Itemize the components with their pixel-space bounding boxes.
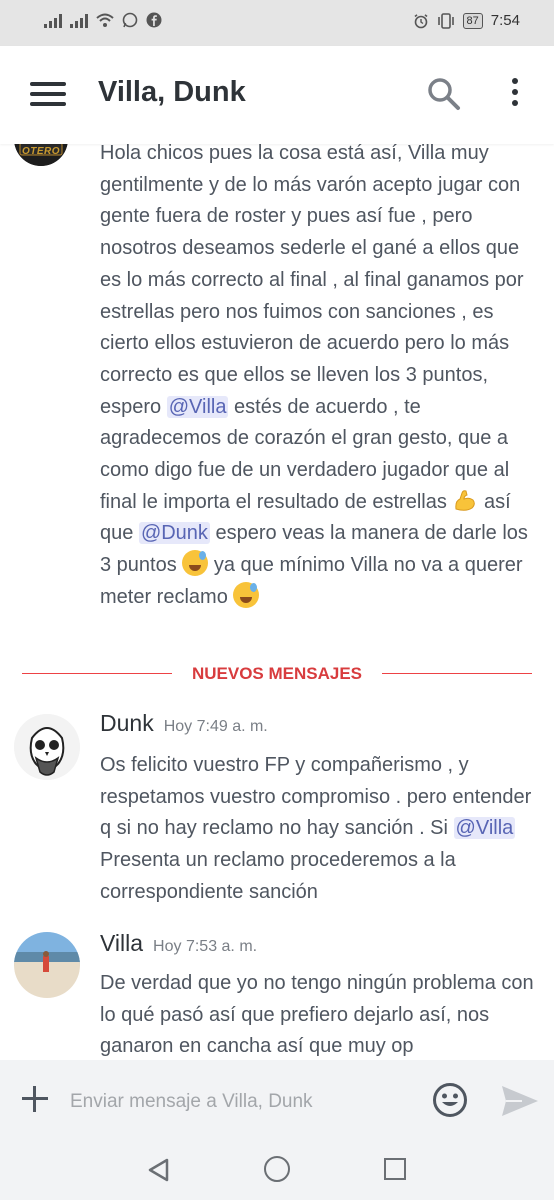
skull-beard-icon <box>14 714 80 780</box>
vibrate-icon <box>437 12 454 29</box>
message-text: De verdad que yo no tengo ningún problem… <box>100 972 534 1058</box>
timestamp: Hoy 7:49 a. m. <box>163 718 268 735</box>
emoji-icon[interactable] <box>432 1082 468 1118</box>
message-header: Dunk Hoy 7:49 a. m. <box>100 710 268 737</box>
channel-header: Villa, Dunk <box>0 46 554 144</box>
status-time: 7:54 <box>490 12 520 29</box>
message-segment: Presenta un reclamo procederemos a la co… <box>100 849 456 903</box>
search-icon[interactable] <box>426 76 462 112</box>
message-input[interactable] <box>68 1084 422 1120</box>
message-text: Os felicito vuestro FP y compañerismo , … <box>100 750 540 909</box>
message-input-bar <box>0 1060 554 1140</box>
message-text: Hola chicos pues la cosa está así, Villa… <box>100 144 530 614</box>
author-name[interactable]: Dunk <box>100 710 154 737</box>
system-nav-bar <box>0 1140 554 1200</box>
avatar[interactable]: OTERO <box>14 144 68 166</box>
whatsapp-icon <box>122 12 138 28</box>
status-left-icons <box>44 12 162 28</box>
sweat-smile-emoji-icon <box>233 581 260 608</box>
recent-apps-icon[interactable] <box>384 1158 406 1180</box>
avatar[interactable] <box>14 932 80 998</box>
send-icon[interactable] <box>500 1084 540 1118</box>
message-segment: Hola chicos pues la cosa está así, Villa… <box>100 144 524 418</box>
more-vert-icon[interactable] <box>510 78 520 112</box>
mention-villa[interactable]: @Villa <box>166 395 229 418</box>
message-list[interactable]: OTERO Hola chicos pues la cosa está así,… <box>0 144 554 1060</box>
timestamp: Hoy 7:53 a. m. <box>153 938 258 955</box>
battery-icon: 87 <box>462 12 483 29</box>
signal-icon <box>44 12 62 28</box>
facebook-icon <box>146 12 162 28</box>
signal-icon <box>70 12 88 28</box>
wifi-icon <box>96 13 114 27</box>
author-name[interactable]: Villa <box>100 930 143 957</box>
mention-dunk[interactable]: @Dunk <box>138 522 210 545</box>
mention-villa[interactable]: @Villa <box>453 817 516 840</box>
flexed-biceps-emoji-icon <box>452 487 478 513</box>
back-icon[interactable] <box>146 1157 172 1183</box>
new-messages-divider: NUEVOS MENSAJES <box>22 660 532 683</box>
divider-label: NUEVOS MENSAJES <box>181 664 373 683</box>
avatar-label: OTERO <box>22 146 61 157</box>
avatar[interactable] <box>14 714 80 780</box>
beach-photo-icon <box>14 932 80 998</box>
channel-title: Villa, Dunk <box>98 76 246 108</box>
status-bar: 87 7:54 <box>0 0 554 46</box>
sweat-smile-emoji-icon <box>182 550 209 577</box>
alarm-icon <box>414 13 428 28</box>
plus-icon[interactable] <box>22 1086 48 1112</box>
home-icon[interactable] <box>264 1156 290 1182</box>
status-right-icons: 87 7:54 <box>413 12 520 29</box>
menu-icon[interactable] <box>30 82 66 108</box>
message-header: Villa Hoy 7:53 a. m. <box>100 930 257 957</box>
